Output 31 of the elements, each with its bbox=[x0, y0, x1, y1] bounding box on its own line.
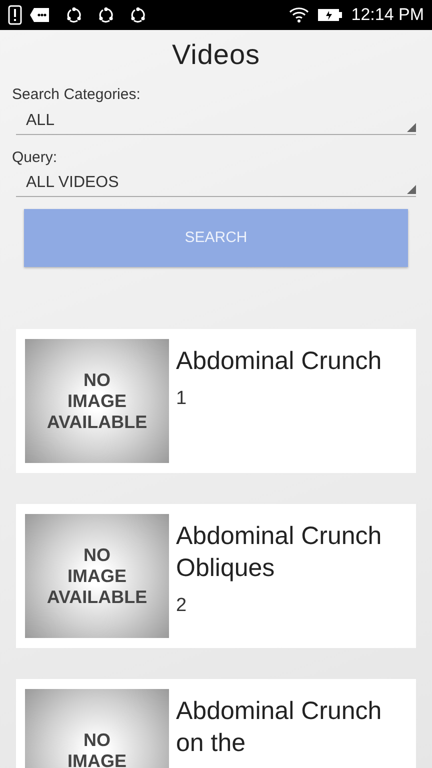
sync-icon bbox=[98, 7, 114, 23]
video-number: 1 bbox=[176, 387, 188, 411]
dropdown-field[interactable]: ALL VIDEOS bbox=[16, 171, 416, 197]
video-title: Abdominal Crunch on the bbox=[176, 696, 383, 759]
placeholder-text: IMAGE bbox=[67, 566, 126, 586]
dropdown-field[interactable]: ALL bbox=[16, 108, 416, 134]
page-title: Videos bbox=[170, 38, 262, 72]
dropdown-arrow-icon bbox=[407, 185, 416, 194]
placeholder-text: NO bbox=[84, 544, 110, 566]
placeholder-text: NO bbox=[84, 370, 110, 390]
alert-icon bbox=[8, 5, 22, 25]
field-label: Query: bbox=[12, 148, 58, 168]
battery-icon bbox=[317, 8, 344, 22]
wifi-icon bbox=[289, 7, 310, 23]
placeholder-text: IMAGE bbox=[67, 751, 126, 768]
placeholder-text: IMAGE bbox=[67, 390, 126, 412]
dropdown-arrow-icon bbox=[407, 122, 416, 132]
field-label: Search Categories: bbox=[12, 85, 142, 105]
placeholder-text: AVAILABLE bbox=[46, 586, 148, 608]
placeholder-text: NO bbox=[84, 730, 110, 751]
video-card[interactable]: NO IMAGE Abdominal Crunch on the bbox=[16, 679, 416, 768]
placeholder-text: AVAILABLE bbox=[46, 412, 148, 432]
video-card[interactable]: NO IMAGE AVAILABLE Abdominal Crunch Obliques 2 bbox=[16, 504, 416, 648]
clock-time: 12:14 PM bbox=[351, 4, 424, 26]
sync-icon bbox=[130, 7, 146, 23]
video-title: Abdominal Crunch bbox=[176, 346, 382, 377]
video-title: Abdominal Crunch Obliques bbox=[176, 521, 383, 584]
sync-icon bbox=[66, 7, 82, 23]
video-number: 2 bbox=[176, 594, 188, 618]
message-icon bbox=[30, 7, 50, 23]
video-card[interactable]: NO IMAGE AVAILABLE Abdominal Crunch 1 bbox=[16, 329, 416, 473]
